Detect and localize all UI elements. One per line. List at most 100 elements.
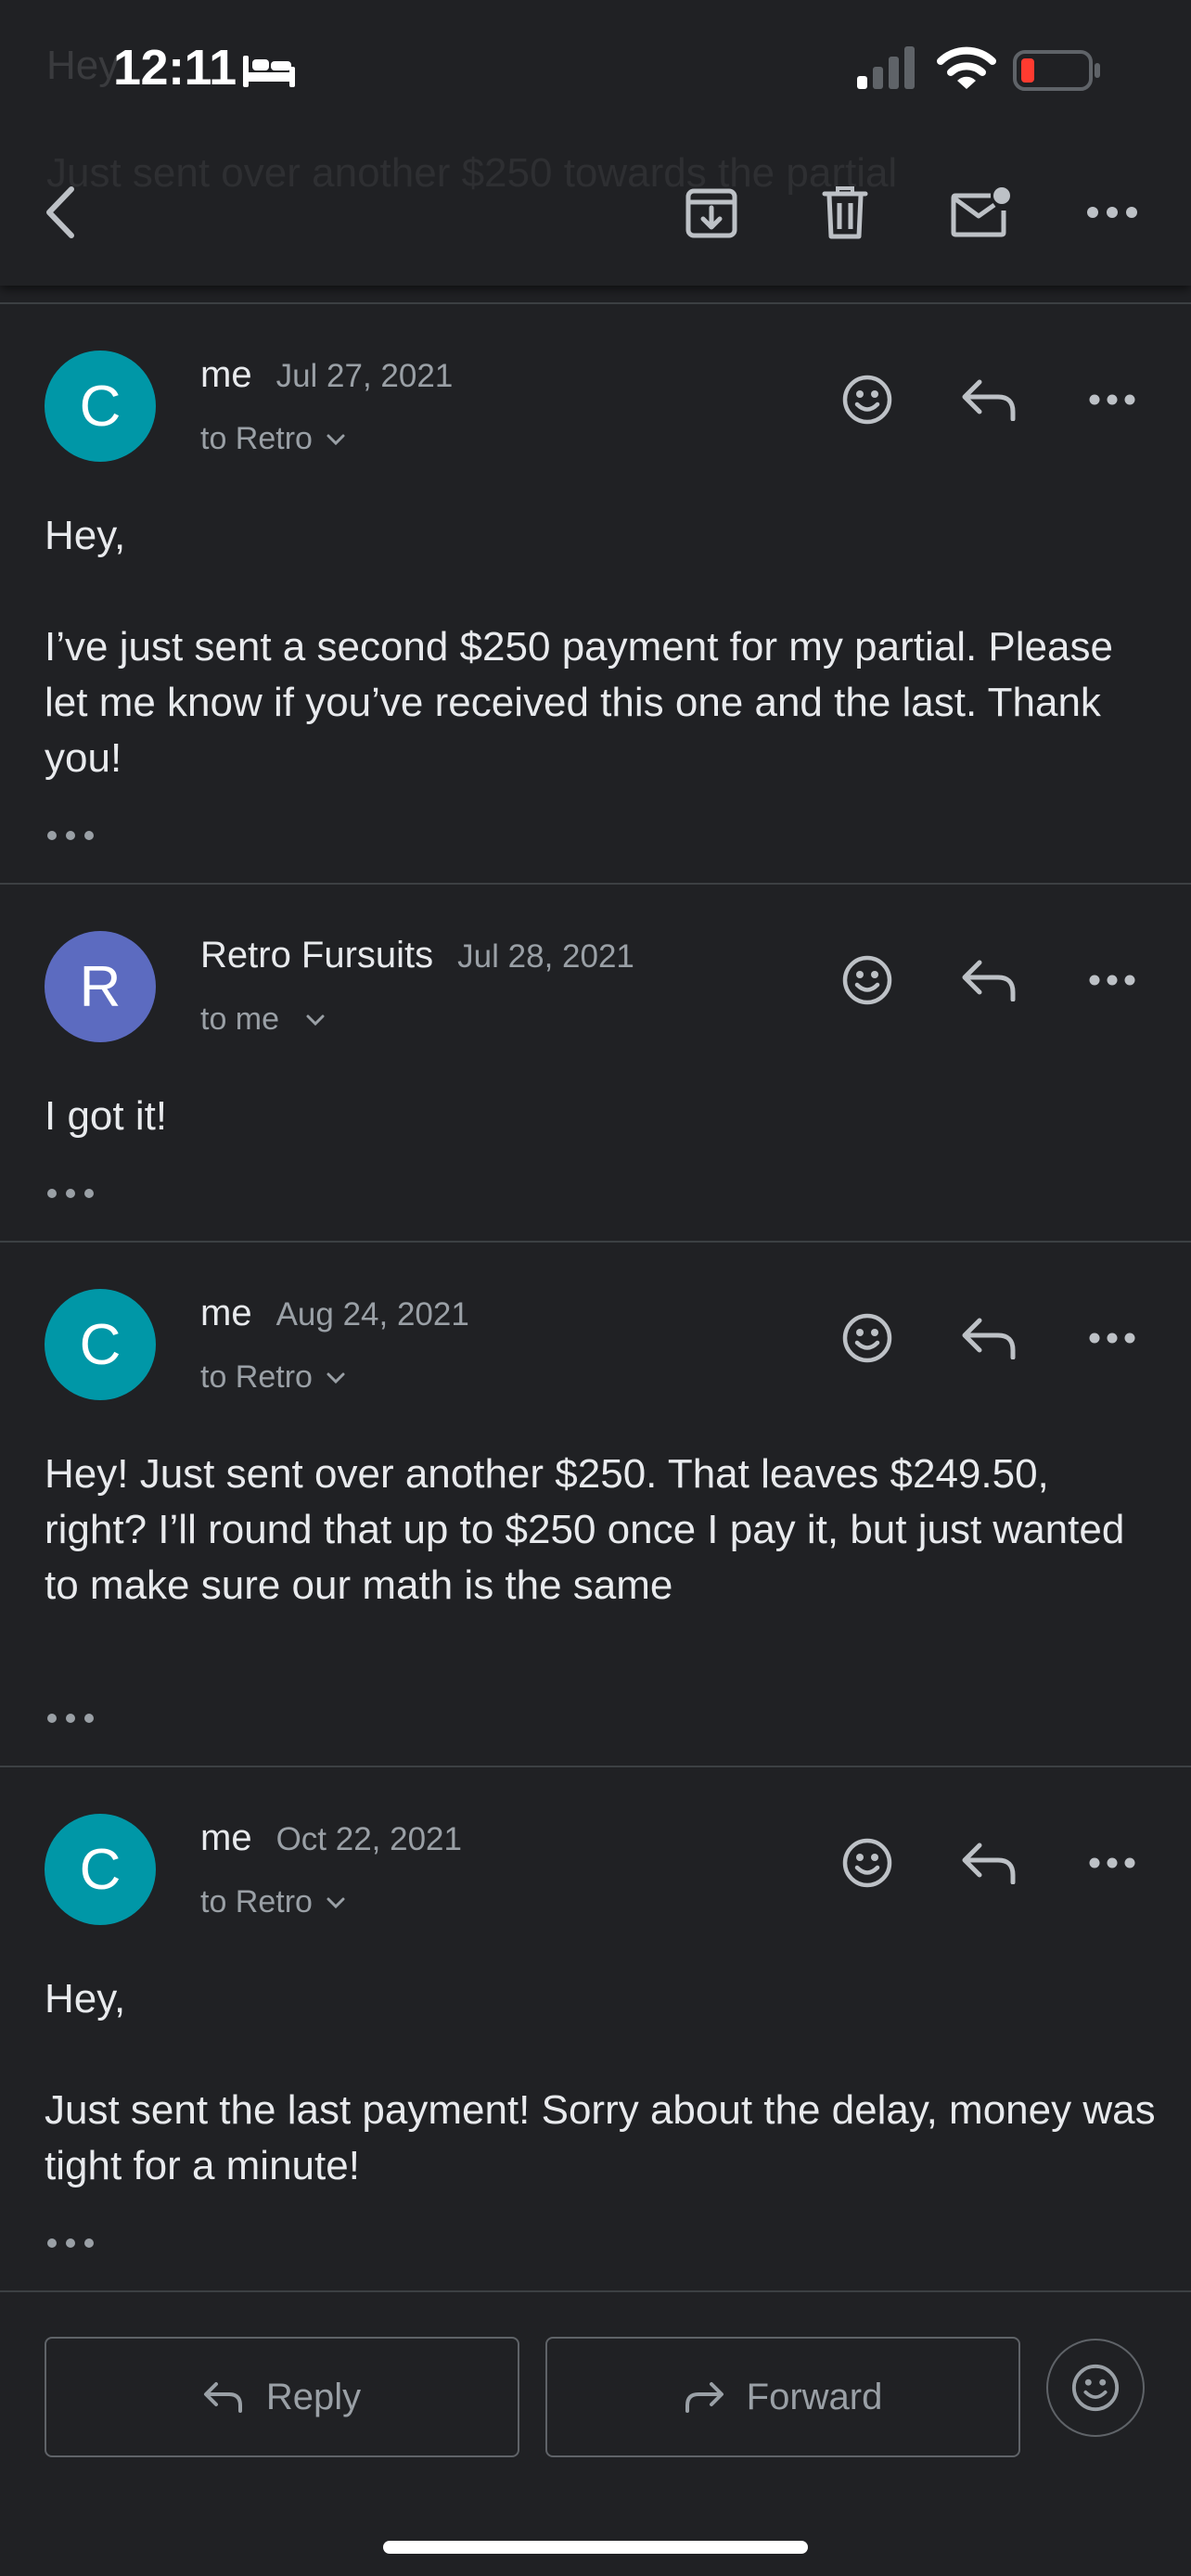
message-more-button[interactable] — [1070, 1296, 1154, 1380]
sender-name: Retro Fursuits — [200, 935, 434, 976]
message-item[interactable]: R Retro Fursuits Jul 28, 2021 to me I go… — [0, 885, 1191, 1243]
recipient-label: to Retro — [200, 421, 313, 456]
reply-button[interactable] — [948, 938, 1031, 1022]
recipient-details-toggle[interactable]: to Retro — [200, 1359, 346, 1396]
forward-button[interactable]: Forward — [545, 2337, 1020, 2457]
more-icon — [1089, 975, 1135, 986]
scrolled-subject-ghost: Hey — [46, 43, 120, 88]
message-thread: C me Jul 27, 2021 to Retro Hey, I’ve jus… — [0, 302, 1191, 2292]
more-options-button[interactable] — [1070, 171, 1154, 254]
reply-icon — [962, 1843, 1016, 1884]
message-date: Jul 28, 2021 — [457, 938, 634, 975]
recipient-label: to me — [200, 1001, 280, 1037]
message-actions — [787, 1821, 1154, 1905]
reply-icon — [962, 379, 1016, 421]
add-reaction-button[interactable] — [826, 938, 909, 1022]
message-actions — [787, 358, 1154, 441]
message-paragraph: I got it! — [45, 1093, 168, 1139]
mark-unread-icon — [951, 187, 1010, 237]
emoji-icon — [842, 1313, 892, 1363]
ellipsis-icon — [47, 1714, 94, 1723]
reply-button-label: Reply — [265, 2376, 362, 2417]
delete-button[interactable] — [803, 171, 887, 254]
reply-icon — [203, 2382, 242, 2413]
recipient-details-toggle[interactable]: to me — [200, 1001, 326, 1038]
message-more-button[interactable] — [1070, 1821, 1154, 1905]
message-body: I got it! — [45, 1089, 1158, 1144]
message-paragraph: Hey! Just sent over another $250. That l… — [45, 1451, 1125, 1608]
status-time: 12:11 — [113, 40, 237, 96]
message-date: Jul 27, 2021 — [275, 358, 454, 394]
show-trimmed-content-button[interactable] — [46, 1704, 102, 1732]
chevron-down-icon — [306, 1014, 325, 1026]
emoji-icon — [1071, 2364, 1120, 2412]
sender-line: me Aug 24, 2021 — [200, 1293, 469, 1334]
message-item[interactable]: C me Aug 24, 2021 to Retro Hey! Just sen… — [0, 1243, 1191, 1767]
reply-button[interactable] — [948, 1821, 1031, 1905]
message-more-button[interactable] — [1070, 938, 1154, 1022]
home-indicator[interactable] — [383, 2541, 808, 2554]
bottom-action-bar: Reply Forward — [0, 2337, 1191, 2461]
forward-icon — [685, 2382, 724, 2413]
message-date: Aug 24, 2021 — [275, 1296, 469, 1333]
emoji-icon — [842, 375, 892, 425]
add-reaction-button[interactable] — [1046, 2339, 1145, 2437]
reply-button[interactable] — [948, 358, 1031, 441]
avatar[interactable]: C — [45, 1289, 156, 1400]
message-actions — [787, 938, 1154, 1022]
more-icon — [1089, 1857, 1135, 1868]
recipient-label: to Retro — [200, 1884, 313, 1919]
recipient-details-toggle[interactable]: to Retro — [200, 1884, 346, 1920]
forward-button-label: Forward — [746, 2376, 883, 2417]
message-actions — [787, 1296, 1154, 1380]
emoji-icon — [842, 955, 892, 1005]
message-paragraph: Just sent the last payment! Sorry about … — [45, 2087, 1156, 2188]
chevron-down-icon — [327, 1372, 345, 1384]
show-trimmed-content-button[interactable] — [46, 822, 102, 849]
add-reaction-button[interactable] — [826, 1296, 909, 1380]
reply-button[interactable] — [948, 1296, 1031, 1380]
show-trimmed-content-button[interactable] — [46, 1180, 102, 1207]
recipient-details-toggle[interactable]: to Retro — [200, 421, 346, 457]
reply-icon — [962, 1318, 1016, 1359]
message-date: Oct 22, 2021 — [275, 1821, 462, 1857]
battery-low-icon — [1013, 50, 1102, 96]
message-more-button[interactable] — [1070, 358, 1154, 441]
more-icon — [1089, 1333, 1135, 1344]
more-icon — [1089, 394, 1135, 405]
message-body: Hey, Just sent the last payment! Sorry a… — [45, 1971, 1158, 2194]
sender-line: Retro Fursuits Jul 28, 2021 — [200, 935, 634, 976]
message-body: Hey! Just sent over another $250. That l… — [45, 1447, 1158, 1613]
message-item[interactable]: C me Jul 27, 2021 to Retro Hey, I’ve jus… — [0, 304, 1191, 885]
sender-line: me Jul 27, 2021 — [200, 354, 453, 396]
ellipsis-icon — [47, 1189, 94, 1198]
avatar[interactable]: R — [45, 931, 156, 1042]
recipient-label: to Retro — [200, 1359, 313, 1395]
sender-line: me Oct 22, 2021 — [200, 1817, 462, 1859]
add-reaction-button[interactable] — [826, 1821, 909, 1905]
back-icon — [46, 186, 74, 238]
add-reaction-button[interactable] — [826, 358, 909, 441]
sender-name: me — [200, 1293, 252, 1333]
archive-button[interactable] — [670, 171, 753, 254]
reply-all-button[interactable]: Reply — [45, 2337, 519, 2457]
wifi-icon — [937, 46, 996, 96]
message-item[interactable]: C me Oct 22, 2021 to Retro Hey, Just sen… — [0, 1767, 1191, 2292]
bed-icon — [241, 52, 297, 94]
ellipsis-icon — [47, 2238, 94, 2248]
emoji-icon — [842, 1838, 892, 1888]
message-body: Hey, I’ve just sent a second $250 paymen… — [45, 508, 1158, 786]
cellular-signal-icon — [855, 45, 920, 96]
show-trimmed-content-button[interactable] — [46, 2229, 102, 2257]
ellipsis-icon — [47, 831, 94, 840]
archive-icon — [685, 188, 737, 238]
toolbar: Just sent over another $250 towards the … — [0, 139, 1191, 286]
sender-name: me — [200, 1817, 252, 1858]
back-button[interactable] — [19, 171, 102, 254]
mark-unread-button[interactable] — [939, 171, 1022, 254]
more-icon — [1087, 207, 1137, 218]
avatar[interactable]: C — [45, 1814, 156, 1925]
scrolled-subject-ghost-line: Just sent over another $250 towards the … — [46, 150, 898, 196]
reply-icon — [962, 960, 1016, 1001]
avatar[interactable]: C — [45, 351, 156, 462]
